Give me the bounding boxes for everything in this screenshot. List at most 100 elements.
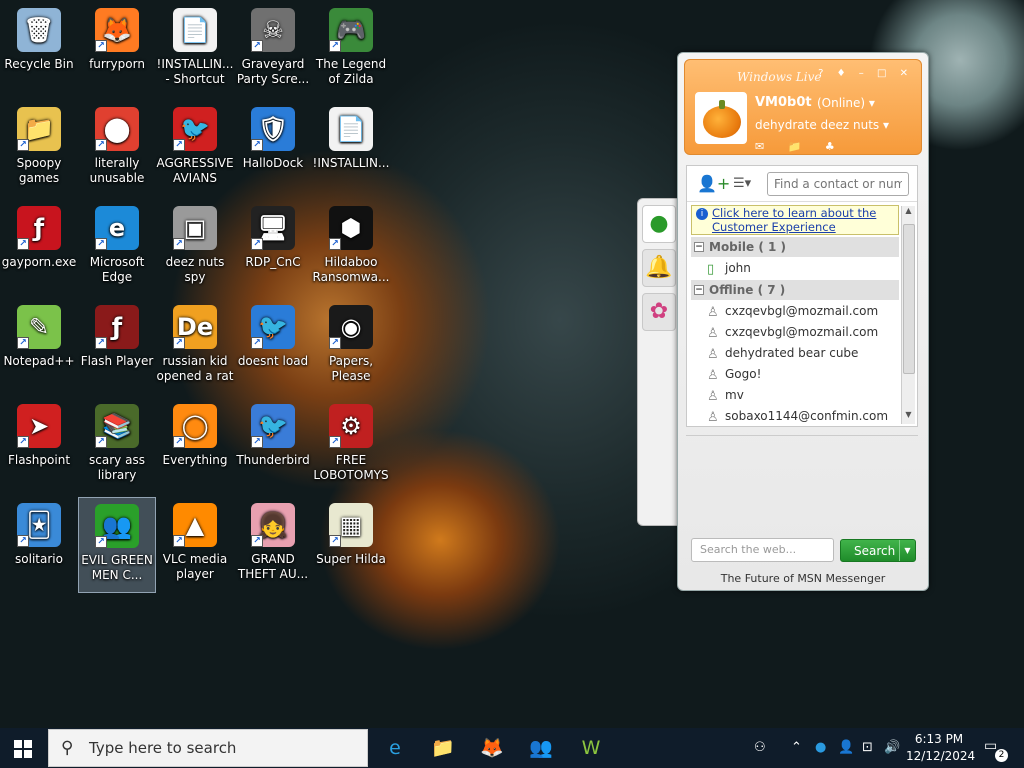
taskbar-explorer-icon[interactable]: 📁	[428, 734, 458, 762]
desktop-icon[interactable]: ✎ ↗ Notepad++	[0, 299, 78, 395]
desktop-icon[interactable]: De ↗ russian kid opened a rat	[156, 299, 234, 395]
desktop-icon-label: Recycle Bin	[4, 57, 74, 71]
contact-item[interactable]: ♙ sobaxo1144@confmin.com	[691, 406, 899, 426]
avatar[interactable]	[695, 92, 747, 144]
list-view-icon[interactable]: ☰▾	[733, 176, 751, 191]
desktop-icon[interactable]: 🐦 ↗ doesnt load	[234, 299, 312, 395]
tray-app-icon[interactable]: ●	[815, 728, 826, 768]
app-icon: ⚙ ↗	[329, 404, 373, 448]
desktop-icon[interactable]: ƒ ↗ Flash Player	[78, 299, 156, 395]
desktop-icon[interactable]: ▦ ↗ Super Hilda	[312, 497, 390, 593]
contact-item[interactable]: ♙ cxzqevbgl@mozmail.com	[691, 301, 899, 321]
window-controls[interactable]: ? ♦ – □ ✕	[818, 68, 913, 79]
desktop-icon-label: russian kid opened a rat	[156, 354, 234, 383]
app-icon: 🦊 ↗	[95, 8, 139, 52]
desktop-icon-label: Spoopy games	[16, 156, 62, 185]
desktop-icon-label: Everything	[162, 453, 228, 467]
contact-group-header[interactable]: − Offline ( 7 )	[691, 280, 899, 300]
shortcut-arrow-icon: ↗	[173, 436, 185, 448]
desktop-icon-label: !INSTALLIN... - Shortcut	[156, 57, 234, 86]
offline-contact-icon: ♙	[707, 410, 719, 425]
status-dropdown[interactable]: (Online) ▾	[817, 96, 875, 110]
alerts-tab-icon[interactable]: 🔔	[642, 249, 676, 287]
shortcut-arrow-icon: ↗	[251, 337, 263, 349]
desktop-icon[interactable]: 📁 ↗ Spoopy games	[0, 101, 78, 197]
contact-item[interactable]: ♙ cxzqevbgl@mozmail.com	[691, 322, 899, 342]
desktop-icon[interactable]: 🐦 ↗ Thunderbird	[234, 398, 312, 494]
contact-list-scrollbar[interactable]: ▲ ▼	[901, 206, 915, 424]
desktop-icon[interactable]: ⬤ ↗ literally unusable	[78, 101, 156, 197]
personal-message[interactable]: dehydrate deez nuts ▾	[755, 118, 889, 132]
desktop-icon[interactable]: 👥 ↗ EVIL GREEN MEN C...	[78, 497, 156, 593]
volume-icon[interactable]: 🔊	[884, 728, 900, 768]
shortcut-arrow-icon: ↗	[173, 337, 185, 349]
scroll-thumb[interactable]	[903, 224, 915, 374]
taskbar-edge-icon[interactable]: e	[380, 734, 410, 762]
people-icon[interactable]: ⚇	[754, 728, 766, 768]
desktop-icon[interactable]: 🛡 ↗ HalloDock	[234, 101, 312, 197]
tray-messenger-icon[interactable]: 👤	[838, 728, 854, 768]
app-icon: ▦ ↗	[329, 503, 373, 547]
desktop-icon[interactable]: 📄 !INSTALLIN...	[312, 101, 390, 197]
desktop-icon[interactable]: 👧 ↗ GRAND THEFT AU...	[234, 497, 312, 593]
add-contact-icon[interactable]: 👤+	[697, 174, 730, 193]
desktop-icon[interactable]: e ↗ Microsoft Edge	[78, 200, 156, 296]
pumpkin-stem	[719, 100, 725, 109]
desktop-icon[interactable]: 🎮 ↗ The Legend of Zilda	[312, 2, 390, 98]
window-title: Windows Live	[737, 70, 822, 84]
clock[interactable]: 6:13 PM 12/12/2024	[906, 731, 975, 765]
desktop-icon[interactable]: 🖥 ↗ RDP_CnC	[234, 200, 312, 296]
scroll-up-icon[interactable]: ▲	[902, 206, 915, 220]
customer-experience-link[interactable]: i Click here to learn about the Customer…	[691, 205, 899, 235]
tray-chevron-icon[interactable]: ⌃	[791, 728, 802, 768]
start-button[interactable]	[14, 740, 32, 758]
shortcut-arrow-icon: ↗	[173, 139, 185, 151]
desktop-icon[interactable]: ▣ ↗ deez nuts spy	[156, 200, 234, 296]
app-icon: 🗑	[17, 8, 61, 52]
contact-item[interactable]: ♙ dehydrated bear cube	[691, 343, 899, 363]
taskbar-messenger-icon[interactable]: 👥	[526, 734, 556, 762]
desktop-icon[interactable]: ⚙ ↗ FREE LOBOTOMYS	[312, 398, 390, 494]
desktop-icon[interactable]: ⬢ ↗ Hildaboo Ransomwa...	[312, 200, 390, 296]
contact-item[interactable]: ♙ Gogo!	[691, 364, 899, 384]
desktop-icon[interactable]: 📄 !INSTALLIN... - Shortcut	[156, 2, 234, 98]
shortcut-arrow-icon: ↗	[329, 238, 341, 250]
taskbar-search-box[interactable]: ⚲ Type here to search	[48, 729, 368, 767]
scroll-down-icon[interactable]: ▼	[902, 410, 915, 424]
desktop-icon-label: !INSTALLIN...	[312, 156, 390, 170]
mobile-contact-icon: ▯	[707, 262, 715, 277]
desktop-icon[interactable]: ◉ ↗ Papers, Please	[312, 299, 390, 395]
taskbar-app-w-icon[interactable]: W	[576, 734, 606, 762]
desktop-icon[interactable]: ➤ ↗ Flashpoint	[0, 398, 78, 494]
find-contact-input[interactable]	[767, 172, 909, 196]
desktop-icon[interactable]: ▲ ↗ VLC media player	[156, 497, 234, 593]
contact-item[interactable]: ♙ mv	[691, 385, 899, 405]
web-search-input[interactable]: Search the web...	[691, 538, 834, 562]
shortcut-arrow-icon: ↗	[251, 535, 263, 547]
contacts-tab-icon[interactable]: ●	[642, 205, 676, 243]
desktop-icon[interactable]: 🦊 ↗ furryporn	[78, 2, 156, 98]
app-icon: ✎ ↗	[17, 305, 61, 349]
games-tab-icon[interactable]: ✿	[642, 293, 676, 331]
desktop-icon[interactable]: ◯ ↗ Everything	[156, 398, 234, 494]
search-button[interactable]: Search ▼	[840, 539, 916, 562]
collapse-icon[interactable]: −	[694, 242, 704, 252]
contact-item[interactable]: ▯ john	[691, 258, 899, 278]
desktop-icon[interactable]: 🃏 ↗ solitario	[0, 497, 78, 593]
clock-time: 6:13 PM	[914, 732, 964, 746]
desktop-icon[interactable]: 🗑 Recycle Bin	[0, 2, 78, 98]
notification-center-icon[interactable]: ▭ 2	[984, 738, 1008, 762]
desktop-icon[interactable]: ƒ ↗ gayporn.exe	[0, 200, 78, 296]
taskbar-firefox-icon[interactable]: 🦊	[477, 734, 507, 762]
username[interactable]: VM0b0t	[755, 95, 812, 110]
desktop-icon[interactable]: ☠ ↗ Graveyard Party Scre...	[234, 2, 312, 98]
search-dropdown-icon[interactable]: ▼	[899, 540, 915, 561]
header-toolbar-icons[interactable]: ✉ 📁 ♣	[755, 140, 845, 153]
collapse-icon[interactable]: −	[694, 285, 704, 295]
network-icon[interactable]: ⊡	[862, 728, 873, 768]
shortcut-arrow-icon: ↗	[17, 337, 29, 349]
contact-group-header[interactable]: − Mobile ( 1 )	[691, 237, 899, 257]
shortcut-arrow-icon: ↗	[17, 436, 29, 448]
desktop-icon[interactable]: 📚 ↗ scary ass library	[78, 398, 156, 494]
desktop-icon[interactable]: 🐦 ↗ AGGRESSIVE AVIANS	[156, 101, 234, 197]
